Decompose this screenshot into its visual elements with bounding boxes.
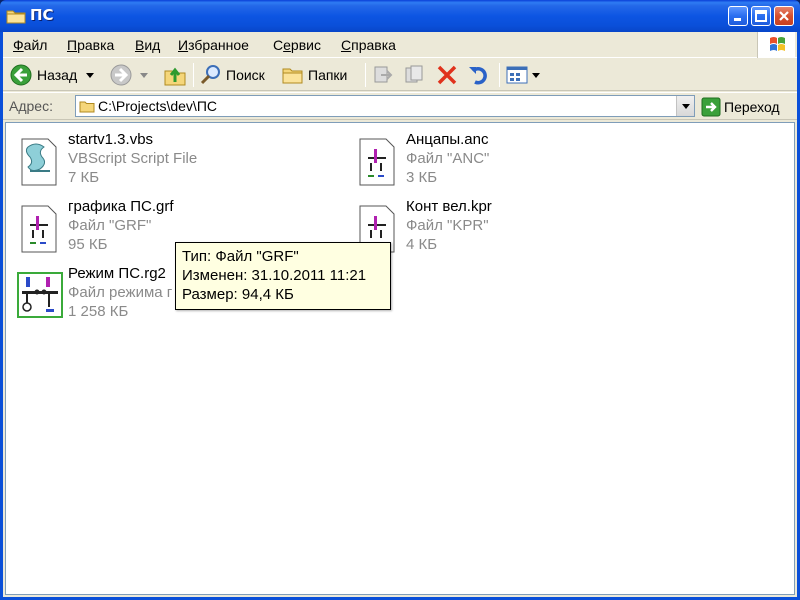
forward-arrow-icon [110,64,132,86]
windows-logo-icon [757,32,795,58]
file-name: Конт вел.kpr [406,198,492,215]
file-type: VBScript Script File [68,150,198,167]
toolbar: Назад Поиск Папки [3,59,797,91]
menu-view[interactable]: Вид [135,37,160,53]
back-button[interactable]: Назад [9,62,95,88]
tooltip-size: Размер: 94,4 КБ [182,286,294,303]
copy-to-icon [405,65,423,83]
delete-button[interactable] [435,62,459,88]
folders-label: Папки [308,67,348,83]
search-icon [200,65,220,85]
file-type: Файл "GRF" [68,217,152,234]
address-bar: Адрес: C:\Projects\dev\ПС Переход [3,92,797,120]
folder-icon [79,101,95,113]
file-name: startv1.3.vbs [68,131,154,148]
menu-help[interactable]: Справка [341,37,396,53]
close-icon [779,11,789,21]
generic-file-icon [359,138,395,186]
minimize-icon [734,18,741,21]
file-type: Файл "ANC" [406,150,490,167]
folders-button[interactable]: Папки [281,62,347,88]
menu-tools[interactable]: Сервис [273,37,321,53]
file-size: 7 КБ [68,169,100,186]
forward-button[interactable] [109,62,149,88]
maximize-icon [755,10,767,22]
window-title: ПС [30,6,54,24]
menu-favorites[interactable]: Избранное [178,37,249,53]
file-item[interactable]: Анцапы.anc Файл "ANC" 3 КБ [350,131,670,191]
folders-icon [282,68,303,84]
tooltip-type: Тип: Файл "GRF" [182,248,299,265]
title-bar[interactable]: ПС [0,0,800,32]
dropdown-arrow-icon[interactable] [531,71,541,79]
back-label: Назад [37,67,78,83]
menu-file[interactable]: Файл [13,37,47,53]
file-type: Файл "KPR" [406,217,489,234]
file-type: Файл режима г [68,284,173,301]
file-name: Анцапы.anc [406,131,489,148]
maximize-button[interactable] [751,6,771,26]
undo-button[interactable] [467,62,491,88]
go-button[interactable]: Переход [701,96,780,118]
file-size: 4 КБ [406,236,438,253]
address-dropdown-button[interactable] [676,96,694,116]
go-label: Переход [724,99,780,115]
menu-bar: Файл Правка Вид Избранное Сервис Справка [3,32,797,58]
dropdown-arrow-icon[interactable] [139,71,149,79]
file-size: 3 КБ [406,169,438,186]
address-label: Адрес: [9,98,53,114]
folder-icon [6,10,26,24]
search-label: Поиск [226,67,265,83]
copy-to-button[interactable] [403,62,427,88]
minimize-button[interactable] [728,6,748,26]
views-icon [506,66,528,84]
up-folder-button[interactable] [163,62,187,88]
file-item[interactable]: Конт вел.kpr Файл "KPR" 4 КБ [350,198,670,258]
file-info-tooltip: Тип: Файл "GRF" Изменен: 31.10.2011 11:2… [175,242,391,310]
address-input[interactable]: C:\Projects\dev\ПС [75,95,695,117]
back-arrow-icon [10,64,32,86]
dropdown-arrow-icon[interactable] [85,71,95,79]
move-to-button[interactable] [371,62,395,88]
menu-edit[interactable]: Правка [67,37,114,53]
file-size: 95 КБ [68,236,108,253]
undo-icon [469,67,487,85]
explorer-window: Файл Правка Вид Избранное Сервис Справка… [0,32,800,600]
vbscript-file-icon [21,138,57,186]
regime-file-icon [17,272,63,318]
folder-up-icon [164,67,186,86]
file-list[interactable]: startv1.3.vbs VBScript Script File 7 КБ … [5,122,795,595]
generic-file-icon [21,205,57,253]
file-size: 1 258 КБ [68,303,129,320]
move-to-icon [374,66,393,83]
tooltip-modified: Изменен: 31.10.2011 11:21 [182,267,367,284]
address-path: C:\Projects\dev\ПС [98,98,217,114]
file-name: графика ПС.grf [68,198,174,215]
file-name: Режим ПС.rg2 [68,265,166,282]
views-button[interactable] [505,62,541,88]
file-item[interactable]: startv1.3.vbs VBScript Script File 7 КБ [12,131,332,191]
search-button[interactable]: Поиск [199,62,265,88]
close-button[interactable] [774,6,794,26]
delete-x-icon [437,65,457,85]
go-arrow-icon [701,97,721,117]
